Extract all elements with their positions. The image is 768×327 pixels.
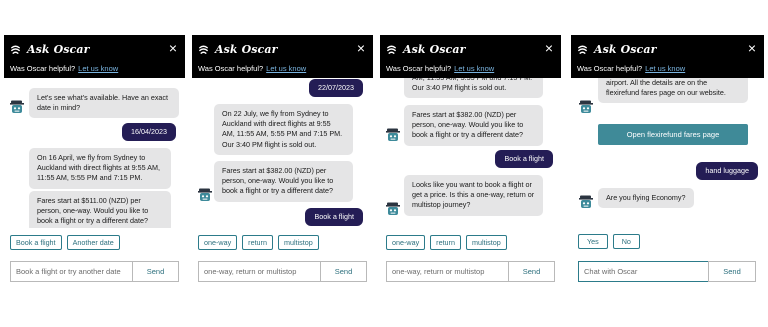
quick-reply-multistop[interactable]: multistop bbox=[465, 235, 507, 250]
oscar-logo-icon bbox=[198, 44, 209, 55]
feedback-prompt: Was Oscar helpful? Let us know bbox=[198, 64, 306, 73]
user-message: hand luggage bbox=[696, 162, 758, 181]
quick-replies: one-way return multistop bbox=[386, 235, 507, 250]
chat-header: Ask Oscar × Was Oscar helpful? Let us kno… bbox=[4, 35, 185, 78]
open-flexirefund-fares-button[interactable]: Open flexirefund fares page bbox=[598, 124, 748, 145]
bot-message: AM, 11:55 AM, 5:55 PM and 7:15 PM. Our 3… bbox=[404, 78, 543, 99]
feedback-text: Was Oscar helpful? bbox=[198, 64, 264, 73]
user-message: Book a flight bbox=[305, 208, 363, 227]
chat-header: Ask Oscar × Was Oscar helpful? Let us kno… bbox=[192, 35, 373, 78]
user-message: Book a flight bbox=[495, 150, 553, 169]
quick-reply-another-date[interactable]: Another date bbox=[66, 235, 120, 250]
bot-message: Fares start at $382.00 (NZD) per person,… bbox=[214, 161, 353, 202]
close-icon[interactable]: × bbox=[545, 41, 553, 55]
message-input[interactable] bbox=[578, 261, 708, 282]
send-button[interactable]: Send bbox=[508, 261, 555, 282]
oscar-avatar-icon bbox=[198, 188, 212, 202]
message-composer: Send bbox=[578, 261, 756, 282]
oscar-logo-icon bbox=[386, 44, 397, 55]
feedback-prompt: Was Oscar helpful? Let us know bbox=[10, 64, 118, 73]
quick-reply-return[interactable]: return bbox=[430, 235, 461, 250]
quick-reply-one-way[interactable]: one-way bbox=[386, 235, 426, 250]
feedback-prompt: Was Oscar helpful? Let us know bbox=[577, 64, 685, 73]
message-composer: Send bbox=[386, 261, 555, 282]
message-list: 22/07/2023 On 22 July, we fly from Sydne… bbox=[192, 78, 373, 228]
quick-reply-book-a-flight[interactable]: Book a flight bbox=[10, 235, 62, 250]
chat-panel-1: Ask Oscar × Was Oscar helpful? Let us kno… bbox=[4, 35, 185, 293]
message-list: airport. All the details are on the flex… bbox=[571, 78, 764, 228]
feedback-link[interactable]: Let us know bbox=[454, 64, 494, 73]
brand: Ask Oscar bbox=[386, 43, 465, 56]
feedback-link[interactable]: Let us know bbox=[266, 64, 306, 73]
oscar-logo-icon bbox=[577, 44, 588, 55]
oscar-avatar-icon bbox=[579, 195, 593, 209]
chat-title: Ask Oscar bbox=[403, 43, 466, 56]
oscar-logo-icon bbox=[10, 44, 21, 55]
bot-message: On 16 April, we fly from Sydney to Auckl… bbox=[29, 148, 171, 189]
feedback-text: Was Oscar helpful? bbox=[10, 64, 76, 73]
bot-message: Fares start at $511.00 (NZD) per person,… bbox=[29, 191, 171, 228]
brand: Ask Oscar bbox=[577, 43, 656, 56]
bot-message: Let's see what's available. Have an exac… bbox=[29, 88, 179, 119]
bot-message: Fares start at $382.00 (NZD) per person,… bbox=[404, 105, 543, 146]
message-composer: Send bbox=[198, 261, 367, 282]
chat-title: Ask Oscar bbox=[27, 43, 90, 56]
feedback-link[interactable]: Let us know bbox=[645, 64, 685, 73]
bot-message: On 22 July, we fly from Sydney to Auckla… bbox=[214, 104, 353, 155]
user-message: 22/07/2023 bbox=[309, 79, 363, 98]
feedback-text: Was Oscar helpful? bbox=[386, 64, 452, 73]
quick-replies: Yes No bbox=[578, 234, 640, 249]
close-icon[interactable]: × bbox=[357, 41, 365, 55]
message-input[interactable] bbox=[198, 261, 320, 282]
feedback-prompt: Was Oscar helpful? Let us know bbox=[386, 64, 494, 73]
chat-panel-4: Ask Oscar × Was Oscar helpful? Let us kno… bbox=[571, 35, 764, 293]
message-list: Let's see what's available. Have an exac… bbox=[4, 78, 185, 228]
message-input[interactable] bbox=[10, 261, 132, 282]
chat-title: Ask Oscar bbox=[215, 43, 278, 56]
quick-reply-yes[interactable]: Yes bbox=[578, 234, 608, 249]
send-button[interactable]: Send bbox=[708, 261, 756, 282]
message-input[interactable] bbox=[386, 261, 508, 282]
chat-title: Ask Oscar bbox=[594, 43, 657, 56]
send-button[interactable]: Send bbox=[320, 261, 367, 282]
message-list: AM, 11:55 AM, 5:55 PM and 7:15 PM. Our 3… bbox=[380, 78, 561, 228]
brand: Ask Oscar bbox=[10, 43, 89, 56]
quick-replies: Book a flight Another date bbox=[10, 235, 120, 250]
quick-reply-return[interactable]: return bbox=[242, 235, 273, 250]
user-message: 16/04/2023 bbox=[122, 123, 176, 142]
oscar-avatar-icon bbox=[386, 128, 400, 142]
chat-header: Ask Oscar × Was Oscar helpful? Let us kno… bbox=[380, 35, 561, 78]
bot-message: Are you flying Economy? bbox=[598, 188, 694, 209]
close-icon[interactable]: × bbox=[748, 41, 756, 55]
chat-header: Ask Oscar × Was Oscar helpful? Let us kno… bbox=[571, 35, 764, 78]
feedback-text: Was Oscar helpful? bbox=[577, 64, 643, 73]
oscar-avatar-icon bbox=[579, 100, 593, 114]
quick-reply-multistop[interactable]: multistop bbox=[277, 235, 319, 250]
brand: Ask Oscar bbox=[198, 43, 277, 56]
bot-message: airport. All the details are on the flex… bbox=[598, 78, 748, 104]
quick-reply-one-way[interactable]: one-way bbox=[198, 235, 238, 250]
close-icon[interactable]: × bbox=[169, 41, 177, 55]
oscar-avatar-icon bbox=[10, 100, 24, 114]
bot-message: Looks like you want to book a flight or … bbox=[404, 175, 543, 216]
message-composer: Send bbox=[10, 261, 179, 282]
feedback-link[interactable]: Let us know bbox=[78, 64, 118, 73]
chat-panel-2: Ask Oscar × Was Oscar helpful? Let us kno… bbox=[192, 35, 373, 293]
oscar-avatar-icon bbox=[386, 202, 400, 216]
quick-reply-no[interactable]: No bbox=[612, 234, 640, 249]
send-button[interactable]: Send bbox=[132, 261, 179, 282]
chat-panel-3: Ask Oscar × Was Oscar helpful? Let us kno… bbox=[380, 35, 561, 293]
quick-replies: one-way return multistop bbox=[198, 235, 319, 250]
